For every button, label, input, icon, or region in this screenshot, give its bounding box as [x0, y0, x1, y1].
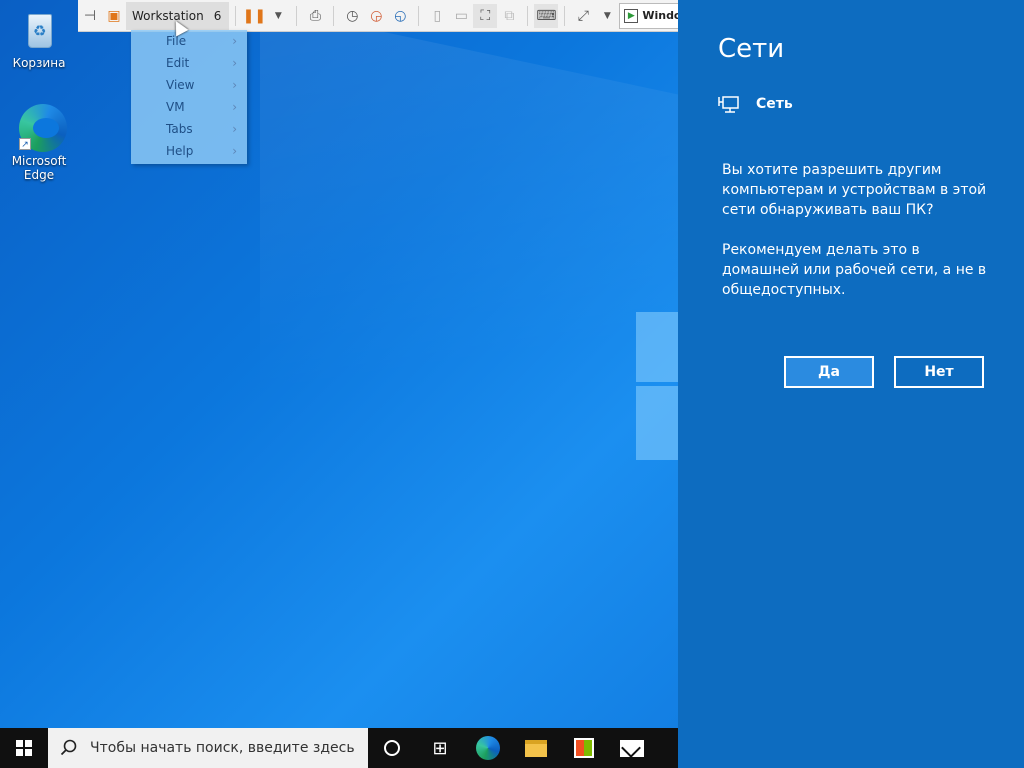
store-icon	[574, 738, 594, 758]
menu-item-label: Help	[166, 144, 194, 158]
wallpaper-window-pane	[636, 312, 678, 382]
file-explorer-button[interactable]	[512, 728, 560, 768]
folder-icon	[525, 739, 547, 757]
desktop-icon-label: Корзина	[12, 56, 66, 70]
shortcut-arrow-icon: ↗	[19, 138, 31, 150]
store-button[interactable]	[560, 728, 608, 768]
mail-button[interactable]	[608, 728, 656, 768]
library-view-icon[interactable]: ▯	[425, 4, 449, 28]
chevron-right-icon: ›	[232, 34, 237, 48]
cortana-icon	[384, 740, 400, 756]
pin-icon[interactable]: ⊣	[78, 4, 102, 28]
yes-button[interactable]: Да	[784, 356, 874, 388]
menu-item-tabs[interactable]: Tabs ›	[131, 118, 247, 140]
vm-running-icon: ▶	[624, 8, 639, 23]
menu-item-view[interactable]: View ›	[131, 74, 247, 96]
toolbar-divider	[564, 5, 566, 26]
console-view-icon[interactable]: ⌨	[534, 3, 559, 28]
chevron-down-icon[interactable]: ▼	[266, 4, 290, 28]
workstation-dropdown-menu: File › Edit › View › VM › Tabs › Help ›	[131, 30, 247, 164]
ethernet-icon	[718, 96, 739, 113]
windows-logo-icon	[16, 740, 32, 756]
chevron-right-icon: ›	[232, 100, 237, 114]
wallpaper-window-pane	[636, 386, 678, 460]
snapshot-icon[interactable]: ◷	[340, 4, 364, 28]
toolbar-divider	[235, 5, 237, 26]
panel-title: Сети	[718, 34, 785, 64]
recycle-bin-icon	[17, 6, 61, 52]
taskbar-edge-button[interactable]	[464, 728, 512, 768]
menu-item-label: View	[166, 78, 195, 92]
workstation-menu-badge: 6	[213, 8, 222, 23]
edge-icon: ↗	[17, 104, 67, 152]
search-placeholder: Чтобы начать поиск, введите здесь	[90, 740, 355, 756]
search-box[interactable]: Чтобы начать поиск, введите здесь	[48, 728, 368, 768]
toolbar-divider	[527, 5, 529, 26]
search-icon	[60, 739, 77, 756]
start-button[interactable]	[0, 728, 48, 768]
menu-item-help[interactable]: Help ›	[131, 140, 247, 162]
discovery-recommendation: Рекомендуем делать это в домашней или ра…	[722, 242, 987, 298]
menu-item-label: VM	[166, 100, 185, 114]
menu-item-label: Edit	[166, 56, 190, 70]
full-screen-icon[interactable]: ⛶	[473, 3, 498, 28]
edge-icon	[476, 736, 500, 760]
chevron-right-icon: ›	[232, 144, 237, 158]
network-item: Сеть	[718, 94, 793, 114]
menu-item-vm[interactable]: VM ›	[131, 96, 247, 118]
menu-item-edit[interactable]: Edit ›	[131, 52, 247, 74]
thumbnail-view-icon[interactable]: ▭	[449, 4, 473, 28]
send-ctrl-alt-del-icon[interactable]: ⎙	[303, 4, 327, 28]
desktop-icon-edge[interactable]: ↗ Microsoft Edge	[4, 104, 74, 182]
revert-snapshot-icon[interactable]: ◶	[364, 4, 388, 28]
stretch-icon[interactable]: ⤢	[571, 4, 595, 28]
chevron-right-icon: ›	[232, 56, 237, 70]
snapshot-manager-icon[interactable]: ◵	[388, 4, 412, 28]
toolbar-divider	[296, 5, 298, 26]
workstation-menu-label: Workstation	[132, 8, 204, 23]
pause-icon[interactable]: ❚❚	[242, 4, 266, 28]
chevron-down-icon[interactable]: ▼	[595, 4, 619, 28]
toolbar-divider	[333, 5, 335, 26]
chevron-right-icon: ›	[232, 78, 237, 92]
cortana-button[interactable]	[368, 728, 416, 768]
mail-icon	[620, 739, 644, 757]
task-view-icon: ⊞	[432, 737, 448, 759]
chevron-right-icon: ›	[232, 122, 237, 136]
no-button[interactable]: Нет	[894, 356, 984, 388]
network-discovery-panel: Сети Сеть Вы хотите разрешить другим ком…	[678, 0, 1024, 768]
taskbar: Чтобы начать поиск, введите здесь ⊞	[0, 728, 678, 768]
menu-item-file[interactable]: File ›	[131, 30, 247, 52]
vmware-logo-icon: ▣	[107, 7, 121, 24]
menu-item-label: Tabs	[166, 122, 193, 136]
desktop-icon-recycle-bin[interactable]: Корзина	[4, 6, 74, 70]
network-name: Сеть	[756, 96, 793, 112]
task-view-button[interactable]: ⊞	[416, 728, 464, 768]
toolbar-divider	[418, 5, 420, 26]
unity-icon[interactable]: ⧉	[497, 4, 521, 28]
discovery-question: Вы хотите разрешить другим компьютерам и…	[722, 162, 987, 218]
desktop-icon-label: Microsoft Edge	[11, 154, 67, 182]
